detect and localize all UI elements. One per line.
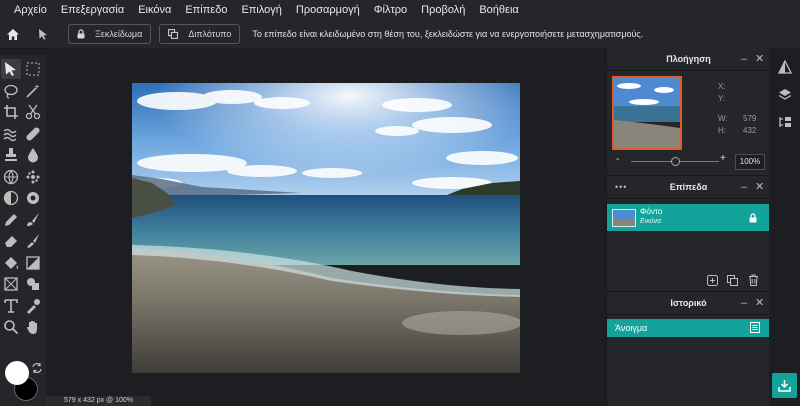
magic-wand-icon[interactable] — [23, 81, 43, 101]
picker-icon[interactable] — [23, 296, 43, 316]
export-icon — [778, 380, 791, 392]
sponge-icon[interactable] — [23, 188, 43, 208]
paint-brush-icon[interactable] — [23, 231, 43, 251]
h-label: H: — [718, 126, 726, 135]
navigator-thumbnail[interactable] — [612, 76, 682, 150]
marquee-icon[interactable] — [23, 59, 43, 79]
scissors-icon[interactable] — [23, 102, 43, 122]
duplicate-label: Διπλότυπο — [188, 29, 232, 39]
side-panels: Πλοήγηση – ✕ X: Y: W: 579 H: 432 - + 100… — [606, 48, 770, 406]
export-button[interactable] — [772, 373, 797, 398]
status-text: 579 x 432 px @ 100% — [46, 396, 151, 406]
move-tool-icon[interactable] — [32, 23, 54, 45]
adjust-icon[interactable] — [778, 60, 792, 74]
lasso-icon[interactable] — [1, 81, 21, 101]
menu-filter[interactable]: Φίλτρο — [367, 0, 414, 20]
navigator-header: Πλοήγηση – ✕ — [607, 48, 770, 71]
properties-icon[interactable] — [778, 115, 792, 129]
shape-icon[interactable] — [23, 274, 43, 294]
options-toolbar: Ξεκλείδωμα Διπλότυπο Το επίπεδο είναι κλ… — [0, 20, 800, 49]
menu-help[interactable]: Βοήθεια — [472, 0, 525, 20]
right-iconbar — [769, 48, 800, 406]
close-icon[interactable]: ✕ — [755, 292, 764, 314]
home-icon[interactable] — [2, 23, 24, 45]
layers-header: ••• Επίπεδα – ✕ — [607, 175, 770, 199]
swap-colors-icon[interactable] — [31, 361, 43, 373]
stamp-icon[interactable] — [1, 145, 21, 165]
x-label: X: — [718, 82, 726, 91]
layer-name: Φόντο — [640, 207, 663, 216]
duplicate-button[interactable]: Διπλότυπο — [159, 24, 241, 44]
layer-type: Εικόνα — [640, 218, 662, 225]
collapse-icon[interactable]: – — [741, 292, 747, 314]
text-icon[interactable] — [1, 296, 21, 316]
layers-icon[interactable] — [778, 88, 792, 102]
menu-adjust[interactable]: Προσαρμογή — [289, 0, 367, 20]
liquify-icon[interactable] — [1, 124, 21, 144]
sphere-icon[interactable] — [1, 167, 21, 187]
close-icon[interactable]: ✕ — [755, 176, 764, 198]
history-header: Ιστορικό – ✕ — [607, 291, 770, 315]
collapse-icon[interactable]: – — [741, 48, 747, 70]
frame-icon[interactable] — [1, 274, 21, 294]
canvas-photo[interactable] — [132, 83, 520, 373]
zoom-icon[interactable] — [1, 317, 21, 337]
crop-icon[interactable] — [1, 102, 21, 122]
duplicate-icon — [168, 29, 179, 39]
fill-icon[interactable] — [1, 253, 21, 273]
drop-icon[interactable] — [23, 145, 43, 165]
pen-icon[interactable] — [1, 210, 21, 230]
delete-layer-icon[interactable] — [748, 274, 759, 286]
zoom-slider-knob[interactable] — [671, 157, 680, 166]
h-value: 432 — [743, 126, 757, 135]
hand-icon[interactable] — [23, 317, 43, 337]
menu-select[interactable]: Επιλογή — [234, 0, 288, 20]
close-icon[interactable]: ✕ — [755, 48, 764, 70]
menu-file[interactable]: Αρχείο — [0, 0, 54, 20]
spot-icon[interactable] — [23, 167, 43, 187]
status-bar: 579 x 432 px @ 100% — [46, 396, 606, 406]
history-item-label: Άνοιγμα — [615, 323, 648, 333]
duplicate-layer-icon[interactable] — [727, 275, 738, 286]
menu-image[interactable]: Εικόνα — [131, 0, 178, 20]
zoom-out-button[interactable]: - — [616, 154, 619, 165]
menu-view[interactable]: Προβολή — [414, 0, 472, 20]
history-item[interactable]: Άνοιγμα — [607, 319, 769, 337]
canvas-area[interactable] — [46, 55, 606, 396]
w-label: W: — [718, 114, 728, 123]
zoom-in-button[interactable]: + — [720, 153, 726, 164]
unlock-label: Ξεκλείδωμα — [95, 29, 143, 39]
menu-edit[interactable]: Επεξεργασία — [54, 0, 131, 20]
collapse-icon[interactable]: – — [741, 176, 747, 198]
move-icon[interactable] — [1, 59, 21, 79]
layer-item[interactable]: Φόντο Εικόνα — [607, 204, 769, 231]
layer-thumbnail — [612, 209, 636, 227]
gradient-icon[interactable] — [23, 253, 43, 273]
foreground-color-swatch[interactable] — [5, 361, 29, 385]
zoom-input[interactable]: 100% — [735, 154, 765, 170]
unlock-button[interactable]: Ξεκλείδωμα — [68, 24, 152, 44]
menu-bar: Αρχείο Επεξεργασία Εικόνα Επίπεδο Επιλογ… — [0, 0, 800, 20]
history-doc-icon — [750, 322, 760, 333]
lock-message: Το επίπεδο είναι κλειδωμένο στη θέση του… — [252, 29, 644, 39]
zoom-slider[interactable] — [631, 157, 719, 166]
add-layer-icon[interactable] — [707, 275, 718, 286]
brush-icon[interactable] — [23, 210, 43, 230]
dodge-icon[interactable] — [1, 188, 21, 208]
eraser-icon[interactable] — [1, 231, 21, 251]
w-value: 579 — [743, 114, 757, 123]
y-label: Y: — [718, 94, 726, 103]
healing-icon[interactable] — [23, 124, 43, 144]
layer-lock-icon[interactable] — [749, 213, 757, 223]
lock-icon — [77, 29, 85, 39]
menu-layer[interactable]: Επίπεδο — [178, 0, 234, 20]
